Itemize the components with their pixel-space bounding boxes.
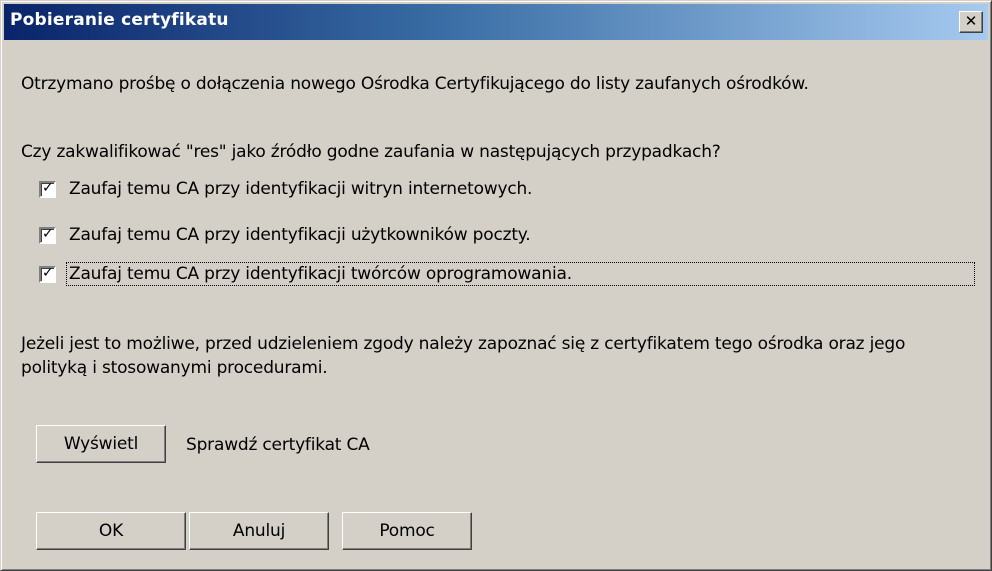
view-certificate-caption: Sprawdź certyfikat CA [186,435,370,455]
trust-email-label[interactable]: Zaufaj temu CA przy identyfikacji użytko… [67,224,532,246]
window-title: Pobieranie certyfikatu [10,10,229,30]
checkmark-icon: ✓ [42,179,54,196]
question-text: Czy zakwalifikować "res" jako źródło god… [21,142,721,162]
close-icon: ✕ [964,12,978,30]
title-bar[interactable]: Pobieranie certyfikatu ✕ [4,4,988,40]
intro-text: Otrzymano prośbę o dołączenia nowego Ośr… [21,74,809,94]
trust-websites-checkbox[interactable]: ✓ [39,179,56,198]
checkmark-icon: ✓ [42,225,54,242]
certificate-download-dialog: Pobieranie certyfikatu ✕ Otrzymano prośb… [0,0,992,571]
checkbox-row-software[interactable]: ✓ Zaufaj temu CA przy identyfikacji twór… [39,262,975,286]
ok-button[interactable]: OK [36,512,186,550]
advice-text: Jeżeli jest to możliwe, przed udzielenie… [21,334,906,378]
view-certificate-button[interactable]: Wyświetl [36,425,166,463]
cancel-button[interactable]: Anuluj [189,512,329,550]
close-button[interactable]: ✕ [959,11,983,33]
trust-email-checkbox[interactable]: ✓ [39,225,56,244]
trust-websites-label[interactable]: Zaufaj temu CA przy identyfikacji witryn… [67,178,534,200]
checkbox-row-websites[interactable]: ✓ Zaufaj temu CA przy identyfikacji witr… [39,177,534,201]
trust-software-label[interactable]: Zaufaj temu CA przy identyfikacji twórcó… [66,262,975,286]
trust-software-checkbox[interactable]: ✓ [39,264,56,283]
help-button[interactable]: Pomoc [342,512,472,550]
checkmark-icon: ✓ [42,264,54,281]
checkbox-row-email[interactable]: ✓ Zaufaj temu CA przy identyfikacji użyt… [39,223,532,247]
